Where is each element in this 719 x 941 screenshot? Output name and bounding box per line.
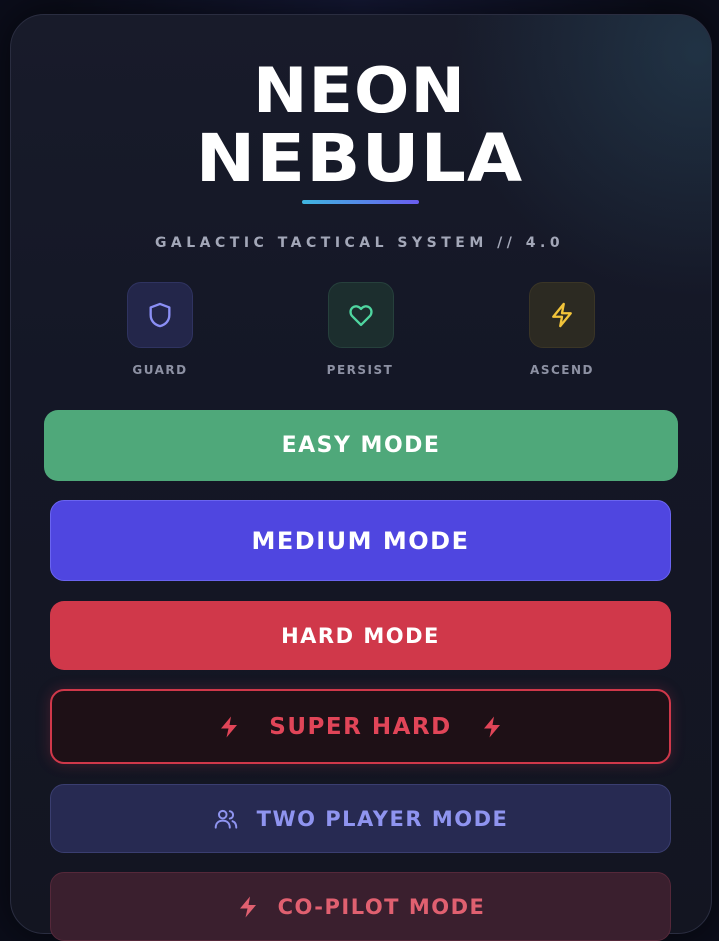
lightning-icon bbox=[483, 716, 500, 737]
easy-mode-label: EASY MODE bbox=[281, 433, 441, 458]
heart-icon bbox=[349, 305, 373, 327]
title-underline bbox=[302, 200, 419, 204]
game-title-line2: NEBULA bbox=[195, 120, 524, 197]
guard-label: GUARD bbox=[132, 363, 188, 377]
hard-mode-button[interactable]: HARD MODE bbox=[50, 601, 671, 670]
easy-mode-button[interactable]: EASY MODE bbox=[44, 410, 678, 481]
users-icon bbox=[214, 809, 237, 829]
lightning-icon bbox=[239, 896, 256, 917]
shield-icon bbox=[149, 302, 171, 328]
guard-badge bbox=[127, 282, 193, 348]
two-player-label: TWO PLAYER MODE bbox=[256, 806, 509, 831]
persist-label: PERSIST bbox=[326, 363, 394, 377]
super-hard-label: SUPER HARD bbox=[269, 713, 452, 740]
game-subtitle: GALACTIC TACTICAL SYSTEM // 4.0 bbox=[154, 235, 565, 251]
medium-mode-label: MEDIUM MODE bbox=[251, 526, 470, 555]
lightning-icon bbox=[221, 716, 238, 737]
co-pilot-button[interactable]: CO-PILOT MODE bbox=[50, 872, 671, 941]
two-player-button[interactable]: TWO PLAYER MODE bbox=[50, 784, 671, 853]
ascend-badge bbox=[529, 282, 595, 348]
medium-mode-button[interactable]: MEDIUM MODE bbox=[50, 500, 671, 581]
co-pilot-label: CO-PILOT MODE bbox=[277, 894, 486, 919]
persist-badge bbox=[328, 282, 394, 348]
game-title-line1: NEON bbox=[253, 54, 466, 127]
lightning-icon bbox=[552, 302, 572, 328]
ascend-label: ASCEND bbox=[530, 363, 594, 377]
super-hard-button[interactable]: SUPER HARD bbox=[50, 689, 671, 764]
hard-mode-label: HARD MODE bbox=[281, 623, 440, 648]
